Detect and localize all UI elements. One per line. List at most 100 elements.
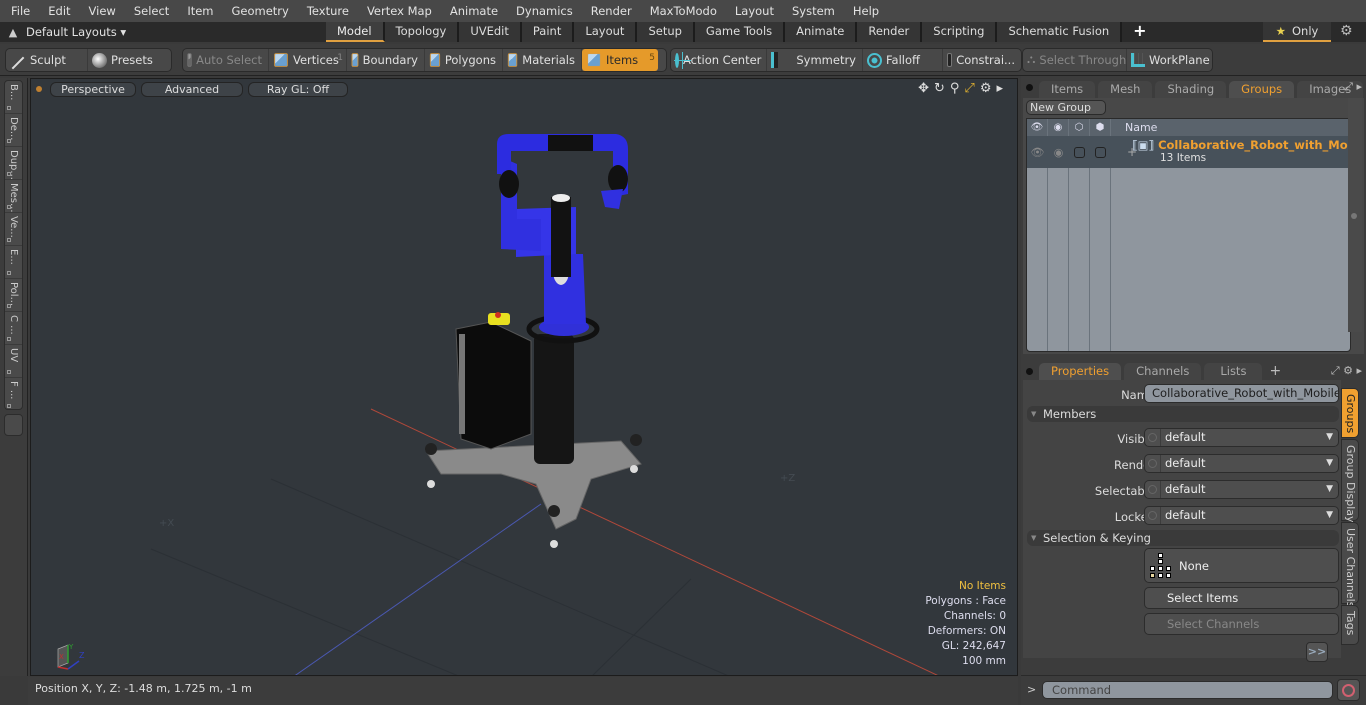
panel-menu-dot[interactable]: [1026, 368, 1033, 375]
left-tab-mesh[interactable]: Mes...: [5, 180, 22, 213]
default-layouts-dropdown[interactable]: Default Layouts ▾: [26, 25, 326, 39]
constraints-button[interactable]: Constrai...: [943, 49, 1021, 71]
left-tab-vertex[interactable]: Ve...: [5, 213, 22, 246]
polygons-button[interactable]: Polygons: [425, 49, 503, 71]
left-tab-edge[interactable]: E...: [5, 246, 22, 279]
side-tab-tags[interactable]: Tags: [1341, 605, 1359, 645]
side-tab-group-display[interactable]: Group Display: [1341, 439, 1359, 523]
tab-model[interactable]: Model: [326, 22, 385, 42]
tab-uvedit[interactable]: UVEdit: [459, 22, 522, 42]
left-tab-fusion[interactable]: F ...: [5, 378, 22, 411]
select-cube-icon[interactable]: ⬢: [1090, 119, 1111, 136]
locked-dropdown[interactable]: default ▼: [1144, 506, 1339, 525]
menu-layout[interactable]: Layout: [724, 0, 781, 22]
menu-help[interactable]: Help: [842, 0, 886, 22]
left-tab-curve[interactable]: C ...: [5, 312, 22, 345]
row-lock-checkbox[interactable]: [1069, 136, 1090, 168]
menu-texture[interactable]: Texture: [296, 0, 356, 22]
sculpt-button[interactable]: Sculpt: [6, 49, 88, 71]
groups-scrollbar[interactable]: [1348, 98, 1362, 332]
left-tab-basic[interactable]: B...: [5, 81, 22, 114]
presets-button[interactable]: Presets: [88, 49, 159, 71]
tab-lists[interactable]: Lists: [1204, 363, 1263, 380]
pan-icon[interactable]: ✥: [918, 81, 929, 96]
selectable-dropdown[interactable]: default ▼: [1144, 480, 1339, 499]
command-input[interactable]: Command: [1042, 681, 1333, 699]
tab-layout[interactable]: Layout: [574, 22, 638, 42]
action-center-button[interactable]: Action Center: [671, 49, 767, 71]
view-mode-dropdown[interactable]: Perspective: [50, 81, 136, 97]
add-tab-button[interactable]: +: [1122, 22, 1157, 42]
members-section[interactable]: Members: [1027, 406, 1339, 422]
tab-topology[interactable]: Topology: [384, 22, 460, 42]
rotate-icon[interactable]: ↻: [934, 81, 945, 96]
maximize-icon[interactable]: ⤢: [964, 81, 974, 96]
tab-render[interactable]: Render: [857, 22, 923, 42]
tab-schematic-fusion[interactable]: Schematic Fusion: [997, 22, 1123, 42]
menu-render[interactable]: Render: [580, 0, 639, 22]
lock-cube-icon[interactable]: ⬡: [1069, 119, 1090, 136]
tab-items[interactable]: Items: [1039, 81, 1096, 98]
none-button[interactable]: None: [1144, 548, 1339, 583]
tab-mesh[interactable]: Mesh ...: [1098, 81, 1153, 112]
render-dropdown[interactable]: default ▼: [1144, 454, 1339, 473]
raygl-toggle[interactable]: Ray GL: Off: [248, 81, 348, 97]
menu-dynamics[interactable]: Dynamics: [505, 0, 580, 22]
tab-groups[interactable]: Groups: [1229, 81, 1295, 98]
tab-scripting[interactable]: Scripting: [922, 22, 998, 42]
add-panel-tab-button[interactable]: +: [1265, 363, 1285, 380]
menu-vertex-map[interactable]: Vertex Map: [356, 0, 439, 22]
visible-dropdown[interactable]: default ▼: [1144, 428, 1339, 447]
left-tab-polygon[interactable]: Pol...: [5, 279, 22, 312]
tab-paint[interactable]: Paint: [521, 22, 575, 42]
3d-viewport[interactable]: Perspective Advanced Ray GL: Off ✥ ↻ ⚲ ⤢…: [30, 78, 1018, 676]
render-camera-icon[interactable]: ◉: [1048, 119, 1069, 136]
menu-maxtomodo[interactable]: MaxToModo: [639, 0, 724, 22]
more-button[interactable]: >>: [1306, 642, 1328, 662]
menu-select[interactable]: Select: [123, 0, 176, 22]
collapse-up-icon[interactable]: ▲: [0, 26, 26, 39]
panel-expand-icon[interactable]: ⤢ ▸: [1344, 80, 1362, 94]
tab-game-tools[interactable]: Game Tools: [694, 22, 786, 42]
menu-animate[interactable]: Animate: [439, 0, 505, 22]
gear-icon[interactable]: ⚙: [1340, 23, 1353, 39]
vertices-button[interactable]: Vertices 1: [269, 49, 347, 71]
new-group-button[interactable]: New Group: [1026, 100, 1106, 115]
zoom-icon[interactable]: ⚲: [950, 81, 960, 96]
select-through-button[interactable]: ⛬ Select Through: [1023, 49, 1127, 71]
row-eye-icon[interactable]: 👁: [1027, 136, 1048, 168]
side-tab-groups[interactable]: Groups: [1341, 388, 1359, 438]
only-toggle[interactable]: ★ Only: [1263, 22, 1331, 42]
panel-menu-dot[interactable]: [1026, 84, 1033, 91]
items-button[interactable]: Items 5: [582, 49, 658, 71]
workplane-button[interactable]: WorkPlane: [1127, 49, 1216, 71]
record-macro-button[interactable]: [1337, 679, 1360, 701]
tab-animate[interactable]: Animate: [785, 22, 858, 42]
menu-geometry[interactable]: Geometry: [221, 0, 296, 22]
left-tab-uv[interactable]: UV: [5, 345, 22, 378]
row-camera-icon[interactable]: ◉: [1048, 136, 1069, 168]
menu-system[interactable]: System: [781, 0, 842, 22]
tab-shading[interactable]: Shading: [1155, 81, 1227, 98]
name-field[interactable]: Collaborative_Robot_with_Mobile_Pec: [1144, 384, 1339, 403]
menu-edit[interactable]: Edit: [37, 0, 77, 22]
menu-view[interactable]: View: [78, 0, 123, 22]
auto-select-button[interactable]: Auto Select: [183, 49, 269, 71]
menu-item[interactable]: Item: [176, 0, 220, 22]
symmetry-button[interactable]: Symmetry: [767, 49, 863, 71]
tab-setup[interactable]: Setup: [637, 22, 695, 42]
left-tab-duplicate[interactable]: Dup...: [5, 147, 22, 180]
viewport-gear-icon[interactable]: ⚙: [980, 81, 992, 96]
select-items-button[interactable]: Select Items: [1144, 587, 1339, 609]
falloff-button[interactable]: Falloff: [863, 49, 943, 71]
left-tab-deform[interactable]: De...: [5, 114, 22, 147]
left-tab-extra[interactable]: [4, 414, 23, 436]
selection-keying-section[interactable]: Selection & Keying: [1027, 530, 1339, 546]
menu-file[interactable]: File: [0, 0, 37, 22]
viewport-menu-dot[interactable]: [36, 86, 42, 92]
materials-button[interactable]: Materials: [503, 49, 582, 71]
tab-properties[interactable]: Properties: [1039, 363, 1122, 380]
boundary-button[interactable]: Boundary: [347, 49, 425, 71]
shading-dropdown[interactable]: Advanced: [141, 81, 243, 97]
tab-channels[interactable]: Channels: [1124, 363, 1202, 380]
